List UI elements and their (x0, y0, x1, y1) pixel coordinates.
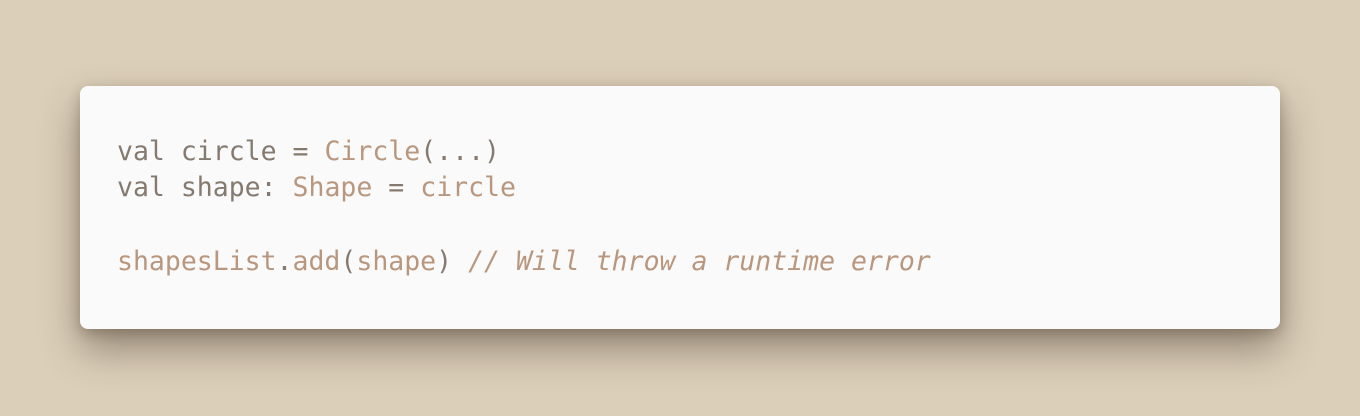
constructor-name: Circle (324, 136, 421, 167)
assignment-operator: = (292, 136, 309, 167)
close-paren: ) (436, 246, 453, 277)
assigned-value: circle (420, 172, 516, 203)
keyword-val: val (117, 136, 165, 167)
code-line-3: shapesList.add(shape) // Will throw a ru… (117, 244, 1280, 280)
method-argument: shape (356, 246, 437, 277)
variable-name: shape: (180, 172, 277, 203)
assignment-operator: = (388, 172, 405, 203)
code-snippet-card: val circle = Circle(...) val shape: Shape… (80, 86, 1280, 329)
receiver-name: shapesList (117, 246, 277, 277)
page-background: { "code": { "line1": { "kw": "val", "nam… (0, 0, 1360, 416)
keyword-val: val (117, 172, 165, 203)
open-paren: ( (340, 246, 357, 277)
code-block: val circle = Circle(...) val shape: Shape… (117, 134, 1280, 280)
code-line-1: val circle = Circle(...) (117, 134, 1280, 170)
code-comment: // Will throw a runtime error (468, 246, 931, 277)
method-name: add (292, 246, 341, 277)
dot-operator: . (276, 246, 293, 277)
type-annotation: Shape (292, 172, 373, 203)
constructor-args: (...) (420, 136, 500, 167)
code-line-2: val shape: Shape = circle (117, 170, 1280, 206)
variable-name: circle (180, 136, 277, 167)
